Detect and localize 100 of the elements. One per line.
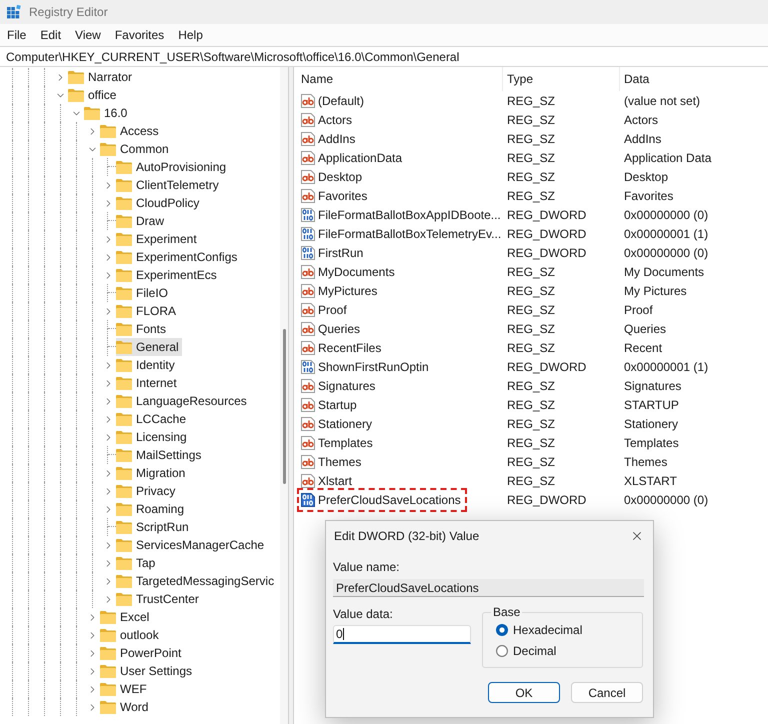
tree-item[interactable]: LCCache <box>116 410 190 428</box>
folder-icon <box>116 322 132 336</box>
menu-item[interactable]: Help <box>171 26 210 44</box>
value-name[interactable]: Favorites <box>318 186 368 204</box>
value-name[interactable]: ApplicationData <box>318 148 402 166</box>
value-name[interactable]: AddIns <box>318 130 356 148</box>
value-name[interactable]: Xlstart <box>318 472 352 490</box>
value-name[interactable]: FileFormatBallotBoxTelemetryEv... <box>318 224 502 242</box>
tree-item[interactable]: outlook <box>100 626 162 644</box>
field-label: Value data: <box>333 607 394 621</box>
value-type: REG_DWORD <box>507 246 586 260</box>
tree-item[interactable]: Fonts <box>116 320 170 338</box>
column-header[interactable]: Name <box>294 67 503 91</box>
radio-icon[interactable] <box>496 624 508 636</box>
close-icon <box>630 529 644 543</box>
tree-item[interactable]: General <box>116 338 182 356</box>
value-name[interactable]: MyPictures <box>318 282 378 300</box>
value-name[interactable]: FirstRun <box>318 244 364 262</box>
tree-item[interactable]: Draw <box>116 212 168 230</box>
column-header[interactable]: Data <box>620 67 768 91</box>
tree-item[interactable]: Experiment <box>116 230 200 248</box>
value-name[interactable]: PreferCloudSaveLocations <box>318 490 461 508</box>
menu-item[interactable]: View <box>68 26 108 44</box>
radio-option[interactable]: Decimal <box>496 640 638 661</box>
field-label: Value name: <box>333 560 400 574</box>
value-name[interactable]: Startup <box>318 396 357 414</box>
tree-item[interactable]: ExperimentEcs <box>116 266 220 284</box>
tree-item[interactable]: ScriptRun <box>116 518 192 536</box>
value-name[interactable]: Queries <box>318 320 360 338</box>
ok-button[interactable]: OK <box>488 682 560 703</box>
value-type: REG_SZ <box>507 340 556 354</box>
folder-icon <box>100 700 116 714</box>
menu-item[interactable]: Favorites <box>108 26 172 44</box>
value-name[interactable]: Proof <box>318 300 347 318</box>
radio-icon[interactable] <box>496 644 508 656</box>
tree-item[interactable]: WEF <box>100 680 150 698</box>
tree-item[interactable]: Common <box>100 140 172 158</box>
menu-item[interactable]: File <box>0 26 34 44</box>
tree-item[interactable]: Excel <box>100 608 152 626</box>
tree-item[interactable]: User Settings <box>100 662 196 680</box>
tree-item[interactable]: ServicesManagerCache <box>116 536 268 554</box>
value-name[interactable]: Themes <box>318 452 362 470</box>
value-data: Proof <box>624 302 653 316</box>
tree-item[interactable]: Narrator <box>68 68 136 86</box>
value-data: Signatures <box>624 378 682 392</box>
value-name[interactable]: Stationery <box>318 414 372 432</box>
value-name-field[interactable]: PreferCloudSaveLocations <box>333 579 644 597</box>
address-bar[interactable]: Computer\HKEY_CURRENT_USER\Software\Microsoft\office\16.0\Common\General <box>0 46 768 67</box>
tree-item[interactable]: Internet <box>116 374 180 392</box>
tree-item[interactable]: Word <box>100 698 152 716</box>
tree-item[interactable]: office <box>68 86 120 104</box>
folder-icon <box>116 232 132 246</box>
value-data: Recent <box>624 340 662 354</box>
value-data-field[interactable]: 0 <box>333 625 471 644</box>
value-name[interactable]: Signatures <box>318 376 376 394</box>
value-type: REG_SZ <box>507 150 556 164</box>
value-data: Themes <box>624 454 668 468</box>
column-header[interactable]: Type <box>503 67 620 91</box>
tree-item[interactable]: ClientTelemetry <box>116 176 222 194</box>
value-name[interactable]: (Default) <box>318 92 364 110</box>
folder-icon <box>116 394 132 408</box>
tree-item[interactable]: MailSettings <box>116 446 204 464</box>
tree-item[interactable]: TargetedMessagingServic <box>116 572 278 590</box>
scrollbar[interactable] <box>280 67 288 724</box>
tree-item[interactable]: FileIO <box>116 284 172 302</box>
value-name[interactable]: FileFormatBallotBoxAppIDBoote... <box>318 206 501 224</box>
value-type: REG_SZ <box>507 302 556 316</box>
value-name[interactable]: Actors <box>318 110 352 128</box>
value-name[interactable]: Desktop <box>318 168 362 186</box>
group-label: Base <box>492 605 522 619</box>
value-name[interactable]: ShownFirstRunOptin <box>318 358 429 376</box>
tree-item[interactable]: Migration <box>116 464 188 482</box>
value-data: My Pictures <box>624 284 687 298</box>
tree-item[interactable]: Identity <box>116 356 178 374</box>
tree-item[interactable]: Privacy <box>116 482 178 500</box>
tree-item[interactable]: TrustCenter <box>116 590 202 608</box>
tree-item[interactable]: AutoProvisioning <box>116 158 230 176</box>
app-icon <box>7 5 21 19</box>
value-name[interactable]: Templates <box>318 434 373 452</box>
value-type: REG_SZ <box>507 474 556 488</box>
tree-item[interactable]: Licensing <box>116 428 190 446</box>
cancel-button[interactable]: Cancel <box>571 682 643 703</box>
value-data: Queries <box>624 322 666 336</box>
tree-item[interactable]: ExperimentConfigs <box>116 248 240 266</box>
value-type: REG_SZ <box>507 378 556 392</box>
tree-item[interactable]: PowerPoint <box>100 644 184 662</box>
value-data: Stationery <box>624 416 678 430</box>
tree-item[interactable]: LanguageResources <box>116 392 250 410</box>
radio-option[interactable]: Hexadecimal <box>496 619 638 640</box>
value-name[interactable]: MyDocuments <box>318 262 395 280</box>
value-name[interactable]: RecentFiles <box>318 338 382 356</box>
value-data: (value not set) <box>624 94 700 108</box>
menu-item[interactable]: Edit <box>33 26 68 44</box>
tree-item[interactable]: Roaming <box>116 500 188 518</box>
tree-item[interactable]: FLORA <box>116 302 180 320</box>
tree-item[interactable]: CloudPolicy <box>116 194 202 212</box>
value-type: REG_SZ <box>507 170 556 184</box>
tree-item[interactable]: Tap <box>116 554 158 572</box>
tree-item[interactable]: 16.0 <box>84 104 130 122</box>
tree-item[interactable]: Access <box>100 122 162 140</box>
